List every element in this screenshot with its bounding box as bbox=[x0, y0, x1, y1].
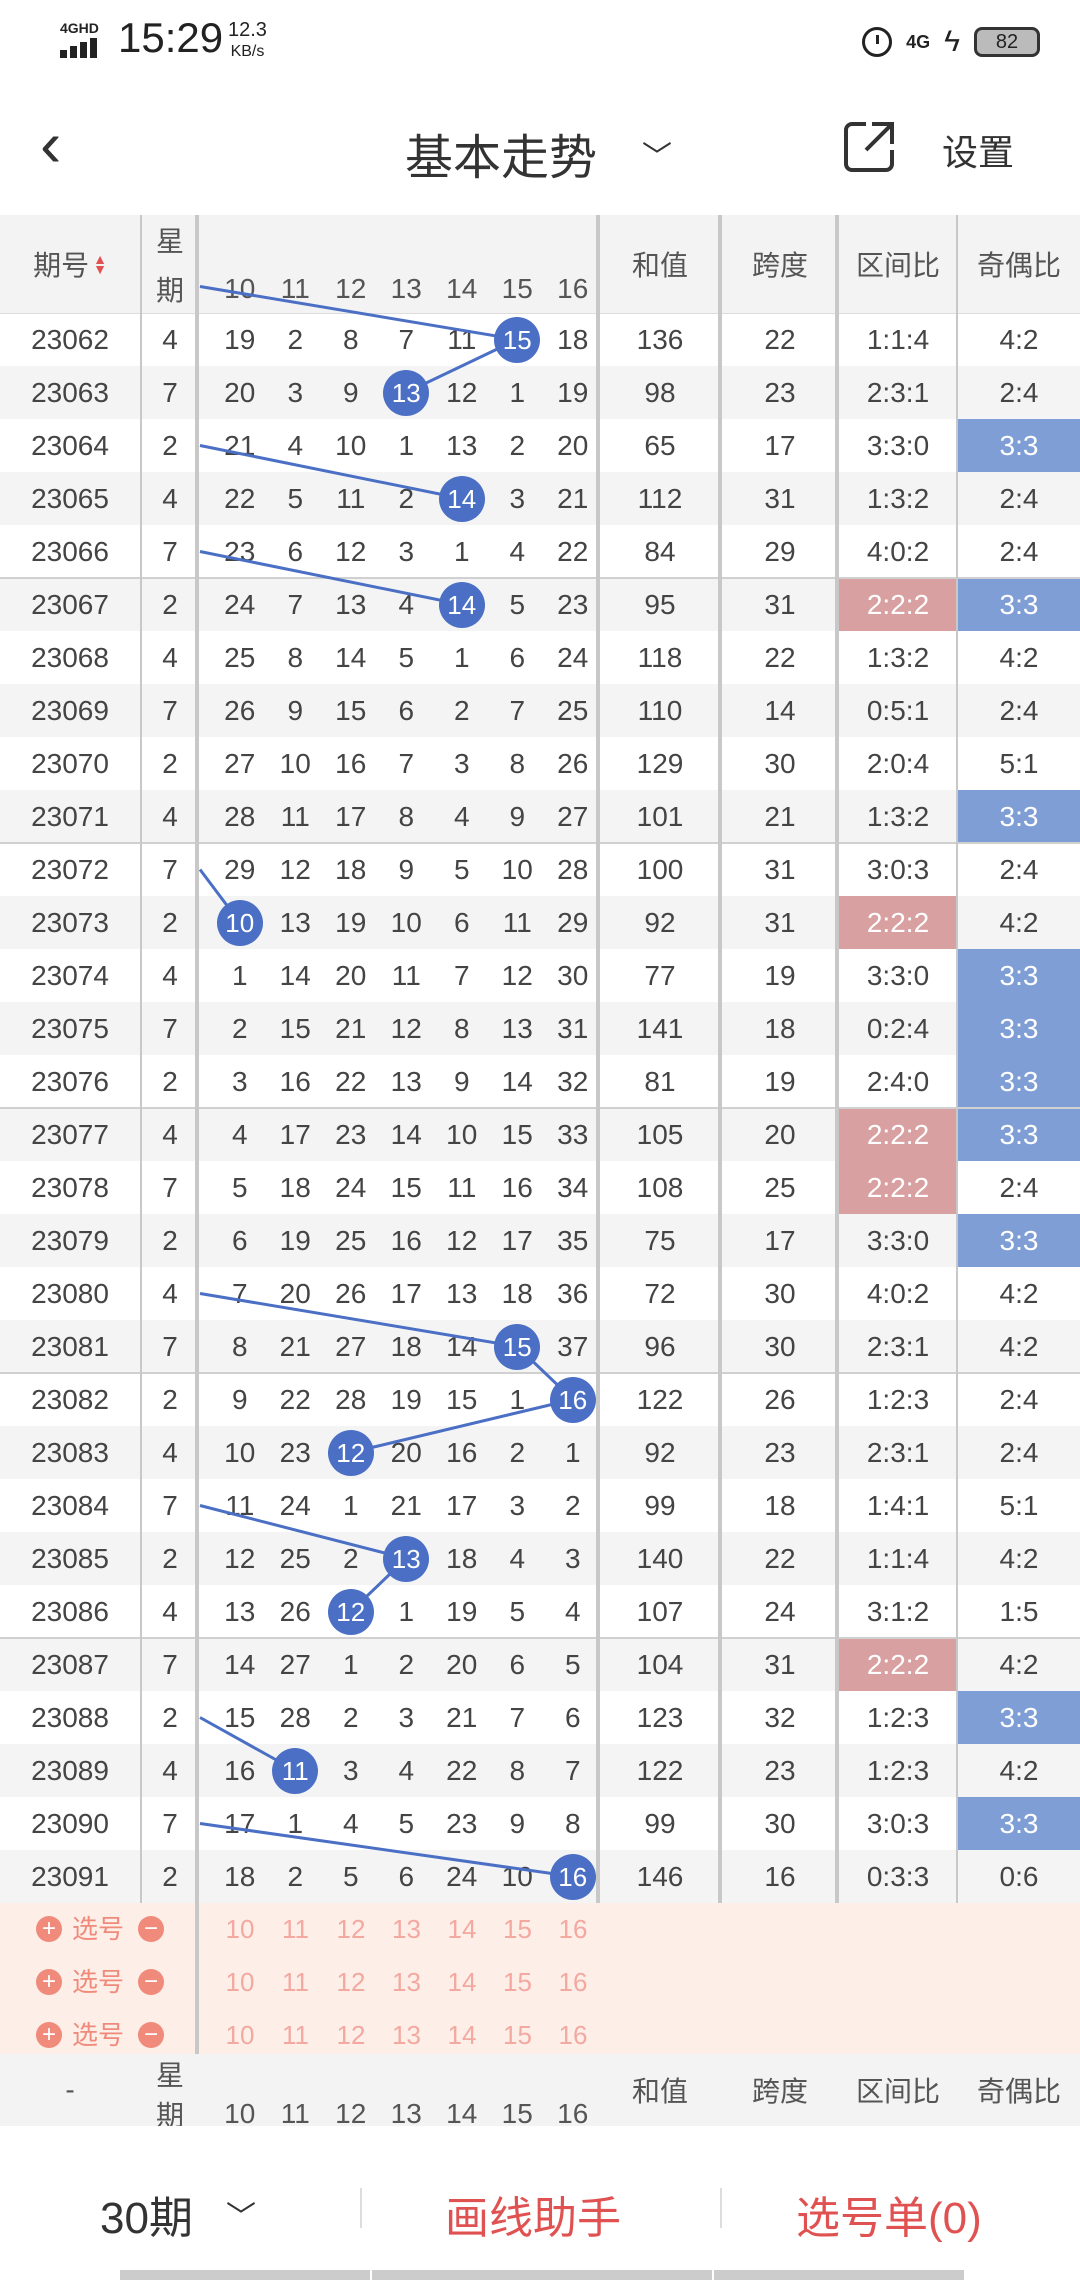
drawn-ball: 13 bbox=[383, 369, 430, 416]
network-type: 4GHD bbox=[60, 20, 99, 36]
bottom-bar: 30期 ﹀ 画线助手 选号单(0) bbox=[0, 2126, 1080, 2280]
footer-week-top: 星 bbox=[155, 2060, 184, 2091]
column-divider bbox=[596, 215, 600, 1903]
drawn-ball: 12 bbox=[327, 1429, 374, 1476]
footer-number-10: 10 bbox=[224, 2098, 256, 2126]
scroll-indicator bbox=[714, 2270, 964, 2280]
trend-line bbox=[199, 1822, 573, 1878]
trend-line bbox=[199, 444, 463, 500]
alarm-icon bbox=[862, 27, 893, 57]
speed-unit: KB/s bbox=[230, 43, 265, 60]
drawn-ball: 14 bbox=[438, 581, 485, 628]
select-number[interactable]: 16 bbox=[545, 1903, 601, 1956]
charging-icon: ϟ bbox=[944, 25, 960, 58]
select-number[interactable]: 12 bbox=[323, 1903, 379, 1956]
status-bar: 4GHD 15:29 12.3 KB/s 4G ϟ 82 bbox=[0, 0, 1080, 80]
select-number[interactable]: 15 bbox=[490, 1903, 546, 1956]
select-number[interactable]: 12 bbox=[323, 1956, 379, 2009]
chevron-down-icon[interactable]: ﹀ bbox=[226, 2192, 256, 2236]
nav-bar: ‹ 基本走势 ﹀ 设置 bbox=[0, 80, 1080, 215]
column-divider bbox=[835, 215, 839, 1903]
scroll-indicator bbox=[372, 2270, 712, 2280]
select-number[interactable]: 13 bbox=[379, 1903, 435, 1956]
settings-button[interactable]: 设置 bbox=[942, 124, 1014, 176]
select-number[interactable]: 14 bbox=[434, 1903, 490, 1956]
footer-odd-even: 奇偶比 bbox=[976, 2076, 1061, 2107]
select-label[interactable]: 选号 bbox=[72, 1956, 124, 2009]
footer-number-11: 11 bbox=[280, 2098, 310, 2126]
footer-span: 跨度 bbox=[751, 2076, 808, 2107]
trend-line bbox=[199, 1292, 518, 1348]
drawn-ball: 15 bbox=[494, 1323, 541, 1370]
footer-number-15: 15 bbox=[501, 2098, 533, 2126]
draw-helper-button[interactable]: 画线助手 bbox=[445, 2182, 621, 2246]
select-label[interactable]: 选号 bbox=[72, 1903, 124, 1956]
footer-number-16: 16 bbox=[557, 2098, 589, 2126]
footer-week-bottom: 期 bbox=[155, 2100, 184, 2126]
minus-icon[interactable]: − bbox=[138, 2022, 164, 2048]
trend-line bbox=[350, 1398, 574, 1454]
select-number[interactable]: 13 bbox=[379, 1956, 435, 2009]
lte-icon: 4G bbox=[906, 31, 931, 52]
speed-value: 12.3 bbox=[228, 19, 267, 41]
column-divider bbox=[195, 215, 199, 2062]
battery-icon: 82 bbox=[974, 27, 1040, 57]
select-row: + 选号 − 10 11 12 13 14 15 16 bbox=[0, 1903, 1080, 1956]
drawn-ball: 16 bbox=[549, 1853, 596, 1900]
footer-sum: 和值 bbox=[631, 2076, 688, 2107]
page-title[interactable]: 基本走势 bbox=[405, 118, 597, 188]
drawn-ball: 13 bbox=[383, 1535, 430, 1582]
clock: 15:29 bbox=[118, 14, 224, 61]
scroll-indicator bbox=[120, 2270, 370, 2280]
select-number[interactable]: 10 bbox=[212, 1956, 268, 2009]
plus-icon[interactable]: + bbox=[36, 2022, 62, 2048]
trend-line bbox=[199, 550, 463, 606]
footer-number-12: 12 bbox=[335, 2098, 367, 2126]
drawn-ball: 12 bbox=[327, 1588, 374, 1635]
select-number[interactable]: 15 bbox=[490, 1956, 546, 2009]
divider bbox=[720, 2188, 722, 2228]
footer-interval: 区间比 bbox=[855, 2076, 940, 2107]
share-icon[interactable] bbox=[842, 118, 898, 174]
drawn-ball: 11 bbox=[272, 1747, 319, 1794]
chevron-down-icon[interactable]: ﹀ bbox=[642, 132, 672, 176]
trend-lines bbox=[198, 285, 574, 1878]
trend-line bbox=[199, 285, 518, 341]
column-divider bbox=[140, 215, 142, 1903]
column-divider bbox=[956, 215, 958, 1903]
select-number[interactable]: 10 bbox=[212, 1903, 268, 1956]
column-divider bbox=[718, 215, 722, 1903]
drawn-ball: 15 bbox=[494, 316, 541, 363]
network-speed: 12.3 KB/s bbox=[228, 20, 267, 62]
select-number[interactable]: 16 bbox=[545, 1956, 601, 2009]
select-number[interactable]: 11 bbox=[268, 1903, 324, 1956]
minus-icon[interactable]: − bbox=[138, 1916, 164, 1942]
footer-header: - 星 期 10 11 12 13 14 15 16 和值 跨度 区间比 奇偶比 bbox=[0, 2054, 1080, 2126]
back-icon[interactable]: ‹ bbox=[40, 112, 100, 176]
pick-list-button[interactable]: 选号单(0) bbox=[796, 2182, 982, 2246]
trend-line bbox=[199, 1504, 407, 1560]
footer-number-14: 14 bbox=[446, 2098, 478, 2126]
footer-period: - bbox=[65, 2074, 75, 2105]
select-number[interactable]: 11 bbox=[268, 1956, 324, 2009]
footer-number-13: 13 bbox=[390, 2098, 422, 2126]
drawn-ball: 14 bbox=[438, 475, 485, 522]
period-select[interactable]: 30期 bbox=[100, 2182, 193, 2246]
divider bbox=[360, 2188, 362, 2228]
select-row: + 选号 − 10 11 12 13 14 15 16 bbox=[0, 1956, 1080, 2009]
signal-icon bbox=[60, 36, 106, 58]
select-number[interactable]: 14 bbox=[434, 1956, 490, 2009]
minus-icon[interactable]: − bbox=[138, 1969, 164, 1995]
drawn-ball: 10 bbox=[216, 899, 263, 946]
plus-icon[interactable]: + bbox=[36, 1969, 62, 1995]
plus-icon[interactable]: + bbox=[36, 1916, 62, 1942]
drawn-ball: 16 bbox=[549, 1376, 596, 1423]
